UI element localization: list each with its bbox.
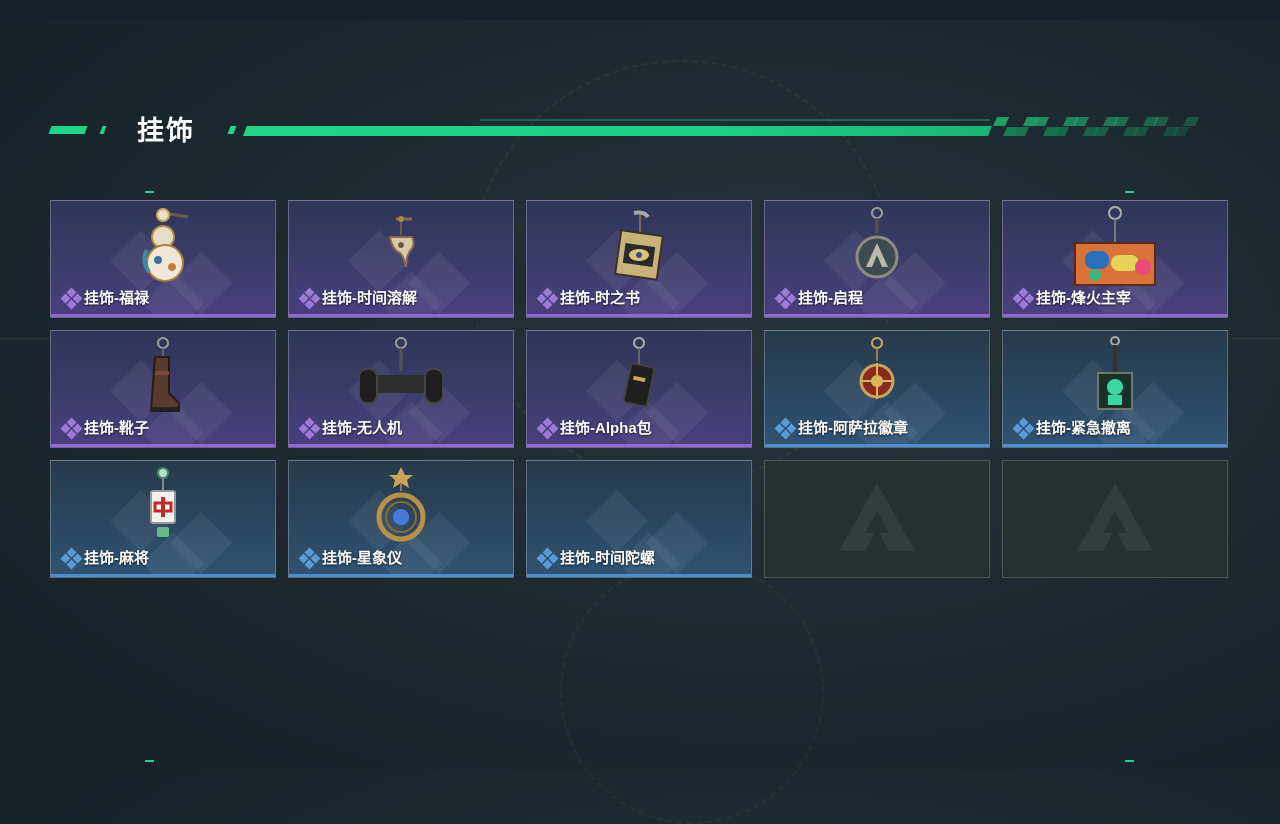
rarity-underline — [289, 574, 513, 577]
rarity-underline — [51, 574, 275, 577]
charm-name-label: 挂饰-Alpha包 — [560, 420, 652, 437]
rarity-underline — [527, 444, 751, 447]
charm-card[interactable]: 挂饰-启程 — [764, 200, 990, 318]
charm-name-label: 挂饰-星象仪 — [322, 550, 402, 567]
purple-rarity-diamond-icon — [298, 417, 321, 440]
eye-book-charm-icon — [604, 205, 674, 292]
charm-card[interactable]: 挂饰-星象仪 — [288, 460, 514, 578]
rarity-underline — [1003, 314, 1227, 317]
charm-name-label: 挂饰-靴子 — [84, 420, 149, 437]
rarity-underline — [527, 574, 751, 577]
charm-name-label: 挂饰-烽火主宰 — [1036, 290, 1131, 307]
charm-card[interactable]: 挂饰-无人机 — [288, 330, 514, 448]
header-checker-block — [1132, 127, 1150, 136]
side-divider — [0, 338, 50, 339]
melting-clock-charm-icon — [376, 205, 426, 290]
header-checker-block — [1112, 117, 1130, 126]
charm-card[interactable]: 挂饰-福禄 — [50, 200, 276, 318]
purple-rarity-diamond-icon — [774, 287, 797, 310]
empty-charm-slot[interactable] — [1002, 460, 1228, 578]
mahjong-charm-icon — [143, 465, 183, 552]
purple-rarity-diamond-icon — [1012, 287, 1035, 310]
drone-charm-icon — [358, 335, 444, 422]
side-divider — [1230, 338, 1280, 339]
blue-rarity-diamond-icon — [774, 417, 797, 440]
header-accent — [99, 126, 107, 134]
top-bar — [0, 0, 1280, 20]
evac-sign-charm-icon — [1090, 335, 1140, 422]
charm-name-label: 挂饰-无人机 — [322, 420, 402, 437]
header-checker-block — [1032, 117, 1050, 126]
gourd-charm-icon — [128, 205, 198, 292]
rarity-underline — [765, 314, 989, 317]
charm-card[interactable]: 挂饰-麻将 — [50, 460, 276, 578]
charm-name-label: 挂饰-阿萨拉徽章 — [798, 420, 908, 437]
header-checker-block — [1182, 117, 1200, 126]
purple-rarity-diamond-icon — [60, 417, 83, 440]
corner-tick — [145, 760, 154, 762]
purple-rarity-diamond-icon — [536, 287, 559, 310]
charm-name-label: 挂饰-启程 — [798, 290, 863, 307]
header-checker-block — [1072, 117, 1090, 126]
header-checker-block — [992, 117, 1010, 126]
header-checker-block — [1012, 127, 1030, 136]
blue-rarity-diamond-icon — [1012, 417, 1035, 440]
charm-card[interactable]: 挂饰-时间陀螺 — [526, 460, 752, 578]
charm-card[interactable]: 挂饰-时之书 — [526, 200, 752, 318]
charm-card[interactable]: 挂饰-Alpha包 — [526, 330, 752, 448]
bag-charm-icon — [619, 335, 659, 422]
rarity-underline — [51, 444, 275, 447]
rarity-underline — [289, 314, 513, 317]
page-title: 挂饰 — [137, 116, 195, 146]
header-thin-line — [480, 119, 990, 121]
background-ring — [560, 560, 824, 824]
charm-card[interactable]: 挂饰-靴子 — [50, 330, 276, 448]
header-checker-block — [1092, 127, 1110, 136]
blue-rarity-diamond-icon — [536, 547, 559, 570]
header-checker-block — [1052, 127, 1070, 136]
header-accent — [227, 126, 237, 134]
charm-card[interactable]: 挂饰-烽火主宰 — [1002, 200, 1228, 318]
charm-name-label: 挂饰-时之书 — [560, 290, 640, 307]
emblem-charm-icon — [852, 335, 902, 422]
header-accent — [48, 126, 88, 134]
corner-tick — [1125, 760, 1134, 762]
rarity-underline — [527, 314, 751, 317]
header-checker-block — [1152, 117, 1170, 126]
purple-rarity-diamond-icon — [298, 287, 321, 310]
rarity-underline — [765, 444, 989, 447]
charm-name-label: 挂饰-麻将 — [84, 550, 149, 567]
charm-card[interactable]: 挂饰-紧急撤离 — [1002, 330, 1228, 448]
purple-rarity-diamond-icon — [536, 417, 559, 440]
header-bar — [243, 126, 992, 136]
container-charm-icon — [1073, 205, 1157, 292]
empty-slot-logo-icon — [837, 481, 917, 562]
astrolabe-charm-icon — [371, 465, 431, 552]
rarity-underline — [289, 444, 513, 447]
charm-name-label: 挂饰-时间陀螺 — [560, 550, 655, 567]
empty-slot-logo-icon — [1075, 481, 1155, 562]
charm-name-label: 挂饰-时间溶解 — [322, 290, 417, 307]
charm-name-label: 挂饰-紧急撤离 — [1036, 420, 1131, 437]
boot-charm-icon — [143, 335, 183, 422]
header-checker-block — [1172, 127, 1190, 136]
corner-tick — [145, 191, 154, 193]
blue-rarity-diamond-icon — [298, 547, 321, 570]
purple-rarity-diamond-icon — [60, 287, 83, 310]
blue-rarity-diamond-icon — [60, 547, 83, 570]
corner-tick — [1125, 191, 1134, 193]
badge-charm-icon — [852, 205, 902, 292]
rarity-underline — [51, 314, 275, 317]
charm-card[interactable]: 挂饰-时间溶解 — [288, 200, 514, 318]
rarity-underline — [1003, 444, 1227, 447]
charm-name-label: 挂饰-福禄 — [84, 290, 149, 307]
empty-charm-slot[interactable] — [764, 460, 990, 578]
charm-card[interactable]: 挂饰-阿萨拉徽章 — [764, 330, 990, 448]
